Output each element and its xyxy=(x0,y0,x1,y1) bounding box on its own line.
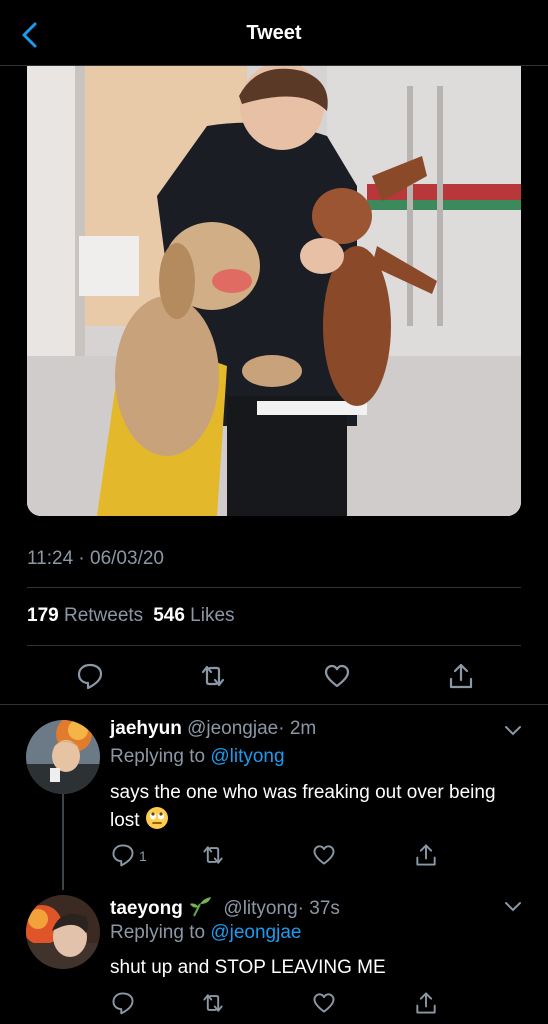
replying-to-mention[interactable]: @lityong xyxy=(210,746,284,767)
like-icon[interactable] xyxy=(311,842,337,868)
avatar[interactable] xyxy=(26,895,100,969)
retweet-icon[interactable] xyxy=(200,842,226,868)
thread-connector xyxy=(62,794,64,890)
reply-header: taeyong @lityong· 37s xyxy=(110,894,340,920)
top-nav-bar: Tweet xyxy=(0,0,548,66)
retweet-icon[interactable] xyxy=(198,661,228,691)
plant-emoji-icon xyxy=(188,894,212,918)
share-icon[interactable] xyxy=(446,661,476,691)
page-title: Tweet xyxy=(246,22,302,44)
like-icon[interactable] xyxy=(322,661,352,691)
retweets-count[interactable]: 179 xyxy=(27,605,59,626)
reply-text: shut up and STOP LEAVING ME xyxy=(110,957,386,978)
reply-author-handle[interactable]: @jeongjae xyxy=(187,718,278,739)
eye-roll-emoji-icon xyxy=(145,806,169,830)
reply-icon[interactable] xyxy=(110,842,136,868)
reply-icon[interactable] xyxy=(75,661,105,691)
retweets-label[interactable]: Retweets xyxy=(64,605,143,626)
divider xyxy=(27,587,521,588)
likes-count[interactable]: 546 xyxy=(153,605,185,626)
share-icon[interactable] xyxy=(413,842,439,868)
reply-header: jaehyun @jeongjae· 2m xyxy=(110,718,316,740)
tweet-photo[interactable] xyxy=(27,66,521,516)
likes-label[interactable]: Likes xyxy=(190,605,234,626)
reply-time: · 37s xyxy=(297,898,340,919)
reply-author-name[interactable]: taeyong xyxy=(110,898,183,919)
divider xyxy=(0,704,548,705)
reply-author-name[interactable]: jaehyun xyxy=(110,718,182,739)
replying-to-label: Replying to xyxy=(110,922,206,943)
chevron-down-icon[interactable] xyxy=(504,900,522,912)
share-icon[interactable] xyxy=(413,990,439,1016)
replying-to-mention[interactable]: @jeongjae xyxy=(210,922,301,943)
tweet-stats: 179 Retweets 546 Likes xyxy=(27,605,235,627)
divider xyxy=(27,645,521,646)
chevron-down-icon[interactable] xyxy=(504,724,522,736)
replying-to: Replying to @jeongjae xyxy=(110,922,301,944)
avatar[interactable] xyxy=(26,720,100,794)
reply-text-block: says the one who was freaking out over b… xyxy=(110,779,510,834)
reply-icon[interactable] xyxy=(110,990,136,1016)
reply-author-handle[interactable]: @lityong xyxy=(223,898,297,919)
retweet-icon[interactable] xyxy=(200,990,226,1016)
replying-to-label: Replying to xyxy=(110,746,206,767)
replying-to: Replying to @lityong xyxy=(110,746,285,768)
tweet-timestamp: 11:24 · 06/03/20 xyxy=(27,548,164,569)
like-icon[interactable] xyxy=(311,990,337,1016)
reply-count: 1 xyxy=(139,848,147,864)
reply-time: · 2m xyxy=(278,718,317,739)
